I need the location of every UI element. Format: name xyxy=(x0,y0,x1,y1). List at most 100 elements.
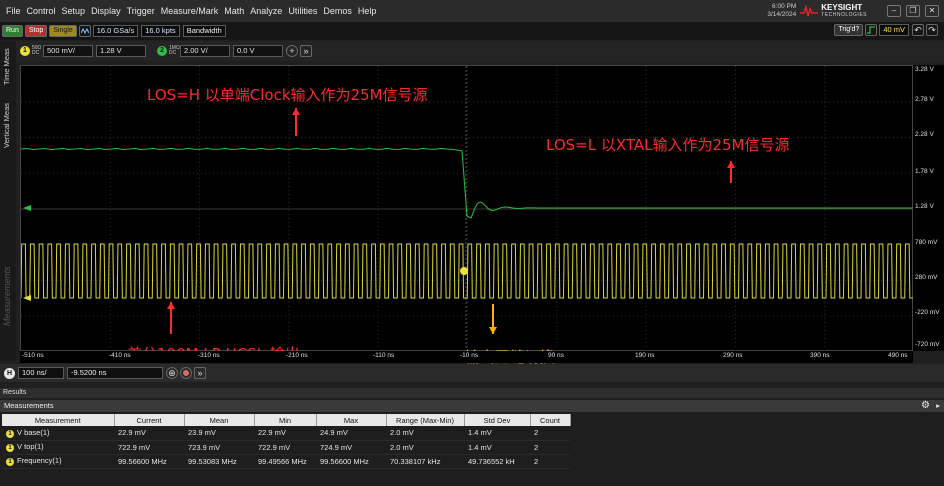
channel1-offset-field[interactable]: 1.28 V xyxy=(96,45,146,57)
keysight-wave-icon xyxy=(800,5,819,17)
tab-vertical-meas[interactable]: Vertical Meas xyxy=(2,95,14,155)
y-tick: -220 mV xyxy=(915,309,940,316)
more-icon[interactable]: ▸ xyxy=(936,400,940,412)
channel2-scale-field[interactable]: 2.00 V/ xyxy=(180,45,230,57)
menu-analyze[interactable]: Analyze xyxy=(250,6,282,16)
table-row[interactable]: 1V top(1) 722.9 mV 723.9 mV 722.9 mV 724… xyxy=(2,440,570,455)
expand-horizontal-icon[interactable]: » xyxy=(194,367,206,379)
meas-count: 2 xyxy=(530,440,570,455)
settings-gear-icon[interactable]: ⚙ xyxy=(921,400,930,412)
col-min[interactable]: Min xyxy=(254,414,317,426)
menu-setup[interactable]: Setup xyxy=(62,6,86,16)
meas-min: 22.9 mV xyxy=(254,426,316,441)
x-tick: -410 ns xyxy=(109,352,131,359)
annotation-los-h: LOS=H 以单端Clock输入作为25M信号源 xyxy=(147,86,428,104)
measurements-header: Measurements ⚙ ▸ xyxy=(0,400,944,412)
meas-current: 722.9 mV xyxy=(114,440,184,455)
table-row[interactable]: 1 Frequency(1) 99.56600 MHz 99.53083 MHz … xyxy=(2,454,570,469)
single-button[interactable]: Single xyxy=(49,25,77,37)
restore-icon[interactable]: ❐ xyxy=(906,5,920,17)
meas-current: 99.56600 MHz xyxy=(114,454,184,469)
time-position-field[interactable]: -9.5200 ns xyxy=(67,367,163,379)
col-mean[interactable]: Mean xyxy=(184,414,255,426)
y-tick: 2.28 V xyxy=(915,131,934,138)
meas-max: 99.56600 MHz xyxy=(316,454,386,469)
close-icon[interactable]: ✕ xyxy=(925,5,939,17)
x-tick: -210 ns xyxy=(286,352,308,359)
menu-utilities[interactable]: Utilities xyxy=(288,6,317,16)
horizontal-badge[interactable]: H xyxy=(4,367,15,379)
meas-name-cell: 1V base(1) xyxy=(2,426,114,441)
trigger-area: Trig'd? 40 mV ↶ ↷ xyxy=(834,24,940,36)
channel2-offset-field[interactable]: 0.0 V xyxy=(233,45,283,57)
minimize-icon[interactable]: – xyxy=(887,5,901,17)
y-tick: 280 mV xyxy=(915,274,938,281)
meas-std: 1.4 mV xyxy=(464,426,530,441)
right-voltage-scale: 3.28 V 2.78 V 2.28 V 1.78 V 1.28 V 780 m… xyxy=(913,65,944,351)
menu-control[interactable]: Control xyxy=(27,6,56,16)
side-tabs: Time Meas Vertical Meas Measurements xyxy=(0,41,16,361)
clock-time: 6:00 PM xyxy=(772,3,797,10)
menu-file[interactable]: File xyxy=(6,6,21,16)
col-std-dev[interactable]: Std Dev xyxy=(464,414,531,426)
trigger-marker-icon xyxy=(460,267,468,275)
tab-measurements[interactable]: Measurements xyxy=(2,256,14,336)
arrow-los-l-head xyxy=(727,161,735,168)
results-bar[interactable]: Results xyxy=(0,388,944,398)
trigd-button[interactable]: Trig'd? xyxy=(834,24,864,36)
channel1-dot-icon: 1 xyxy=(6,458,14,466)
meas-count: 2 xyxy=(530,454,570,469)
tab-time-meas[interactable]: Time Meas xyxy=(2,45,14,89)
time-scale-field[interactable]: 100 ns/ xyxy=(18,367,64,379)
channel1-dot-icon: 1 xyxy=(6,444,14,452)
record-icon[interactable] xyxy=(180,367,192,379)
measurements-panel: Measurements ⚙ ▸ Measurement Current Mea… xyxy=(0,400,944,486)
menu-trigger[interactable]: Trigger xyxy=(127,6,155,16)
waveform-graph xyxy=(20,66,923,352)
add-channel-icon[interactable]: + xyxy=(286,45,298,57)
channel2-badge[interactable]: 2 xyxy=(157,46,167,56)
acquisition-mode-icon[interactable] xyxy=(78,25,91,37)
redo-icon[interactable]: ↷ xyxy=(926,24,938,36)
memory-depth-field[interactable]: 16.0 kpts xyxy=(141,25,180,37)
datetime: 6:00 PM 3/14/2024 xyxy=(767,3,796,19)
menu-help[interactable]: Help xyxy=(358,6,377,16)
stop-button[interactable]: Stop xyxy=(24,25,48,37)
meas-name: V top(1) xyxy=(17,442,44,451)
menu-display[interactable]: Display xyxy=(91,6,121,16)
edge-trigger-icon[interactable] xyxy=(865,24,878,36)
undo-icon[interactable]: ↶ xyxy=(912,24,924,36)
col-count[interactable]: Count xyxy=(530,414,571,426)
meas-name-cell: 1 Frequency(1) xyxy=(2,454,114,469)
col-measurement[interactable]: Measurement xyxy=(2,414,115,426)
measurements-table: Measurement Current Mean Min Max Range (… xyxy=(2,414,571,469)
expand-icon[interactable]: » xyxy=(300,45,312,57)
ch1-coupling-mode: DC xyxy=(32,50,40,56)
col-range[interactable]: Range (Max-Min) xyxy=(386,414,465,426)
waveform-display[interactable]: LOS=H 以单端Clock输入作为25M信号源 LOS=L 以XTAL输入作为… xyxy=(20,65,923,366)
meas-mean: 99.53083 MHz xyxy=(184,454,254,469)
table-row[interactable]: 1V base(1) 22.9 mV 23.9 mV 22.9 mV 24.9 … xyxy=(2,426,570,441)
meas-name: V base(1) xyxy=(17,427,50,437)
col-current[interactable]: Current xyxy=(114,414,185,426)
zoom-icon[interactable]: ⊕ xyxy=(166,367,178,379)
trigger-level-field[interactable]: 40 mV xyxy=(879,24,909,36)
col-max[interactable]: Max xyxy=(316,414,387,426)
menu-demos[interactable]: Demos xyxy=(323,6,352,16)
clock-date: 3/14/2024 xyxy=(767,11,797,18)
bandwidth-button[interactable]: Bandwidth xyxy=(182,25,226,37)
menu-measure-mark[interactable]: Measure/Mark xyxy=(161,6,219,16)
run-button[interactable]: Run xyxy=(2,25,23,37)
menu-math[interactable]: Math xyxy=(224,6,244,16)
channel2-coupling: 1MΩ DC xyxy=(169,46,180,56)
meas-std: 1.4 mV xyxy=(464,440,530,455)
y-tick: 780 mV xyxy=(915,239,938,246)
annotation-los-l: LOS=L 以XTAL输入作为25M信号源 xyxy=(546,136,790,154)
sample-rate-field[interactable]: 16.0 GSa/s xyxy=(92,25,139,37)
y-tick: 2.78 V xyxy=(915,96,934,103)
brand-sub: TECHNOLOGIES xyxy=(821,12,867,18)
horizontal-bar: H 100 ns/ -9.5200 ns ⊕ » xyxy=(0,364,944,382)
channel1-badge[interactable]: 1 xyxy=(20,46,30,56)
meas-range: 2.0 mV xyxy=(386,440,464,455)
channel1-scale-field[interactable]: 500 mV/ xyxy=(43,45,93,57)
